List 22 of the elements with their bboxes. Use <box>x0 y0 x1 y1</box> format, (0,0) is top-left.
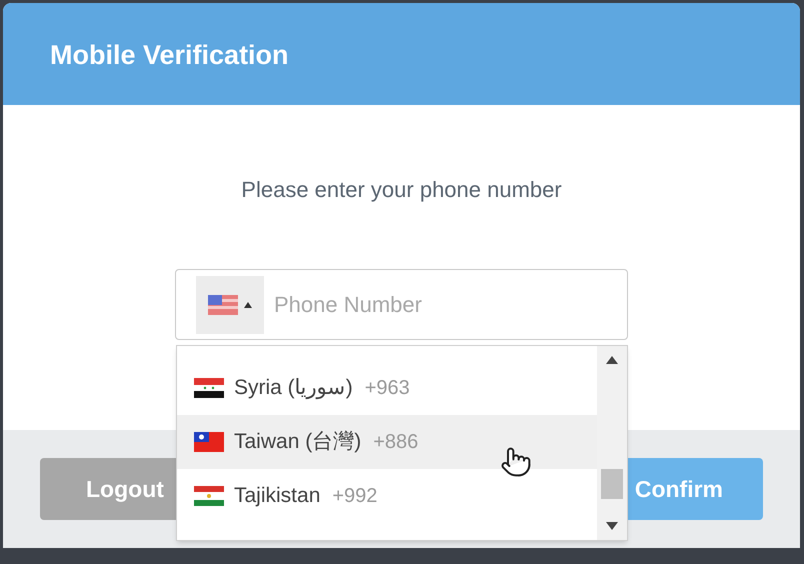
scrollbar-thumb[interactable] <box>601 469 623 499</box>
country-name: Syria (سوريا) <box>234 375 353 402</box>
phone-input[interactable]: Phone Number <box>274 288 627 321</box>
flag-icon <box>208 294 238 314</box>
country-name: Taiwan (台灣) <box>234 429 362 456</box>
prompt-text: Please enter your phone number <box>241 176 562 204</box>
dial-code: +886 <box>373 430 418 455</box>
scrollbar[interactable] <box>597 346 627 540</box>
dial-code: +992 <box>332 484 378 509</box>
flag-icon <box>194 486 224 506</box>
caret-icon <box>244 302 252 308</box>
scroll-up-icon[interactable] <box>606 356 618 364</box>
scroll-down-icon[interactable] <box>606 522 618 530</box>
hand-cursor-icon <box>500 446 532 478</box>
country-picker[interactable] <box>196 276 264 334</box>
country-name: Tajikistan <box>234 483 320 510</box>
flag-icon <box>194 378 224 398</box>
flag-icon <box>194 432 224 452</box>
phone-field[interactable]: Phone Number <box>175 269 628 340</box>
dial-code: +963 <box>364 376 410 401</box>
country-option[interactable]: Taiwan (台灣) +886 <box>177 415 597 469</box>
dialog-title: Mobile Verification <box>50 38 289 72</box>
